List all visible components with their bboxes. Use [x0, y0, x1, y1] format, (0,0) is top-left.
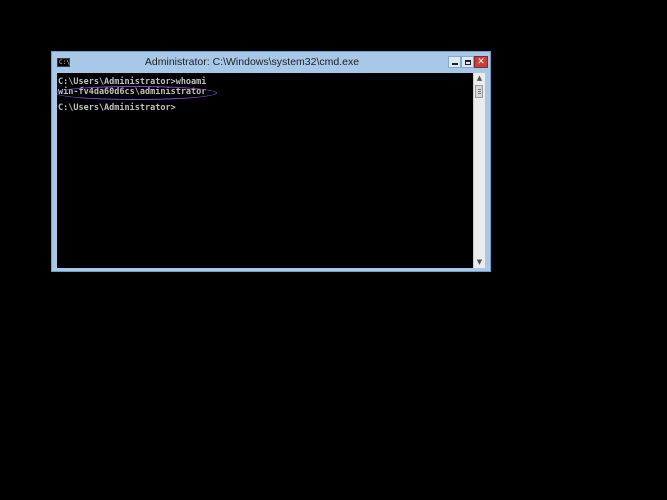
scroll-up-icon[interactable]: ▲ — [474, 73, 485, 84]
scroll-down-icon[interactable]: ▼ — [474, 257, 485, 268]
maximize-icon — [464, 59, 471, 65]
scroll-thumb[interactable] — [475, 85, 483, 98]
grip-line — [478, 89, 481, 90]
window-title: Administrator: C:\Windows\system32\cmd.e… — [144, 56, 360, 68]
close-button[interactable]: ✕ — [474, 56, 488, 68]
grip-line — [478, 93, 481, 94]
close-icon: ✕ — [477, 57, 485, 67]
maximize-button[interactable] — [461, 56, 474, 68]
console-line-prompt: C:\Users\Administrator> — [58, 103, 176, 113]
title-bar[interactable]: C:\ Administrator: C:\Windows\system32\c… — [52, 52, 490, 72]
cmd-window[interactable]: C:\ Administrator: C:\Windows\system32\c… — [51, 51, 491, 272]
highlight-ellipse-annotation — [57, 86, 217, 100]
grip-line — [478, 91, 481, 92]
console-output[interactable]: C:\Users\Administrator>whoami win-fv4da6… — [57, 73, 473, 268]
vertical-scrollbar[interactable]: ▲ ▼ — [473, 73, 485, 268]
minimize-icon — [451, 63, 458, 65]
minimize-button[interactable] — [448, 56, 461, 68]
